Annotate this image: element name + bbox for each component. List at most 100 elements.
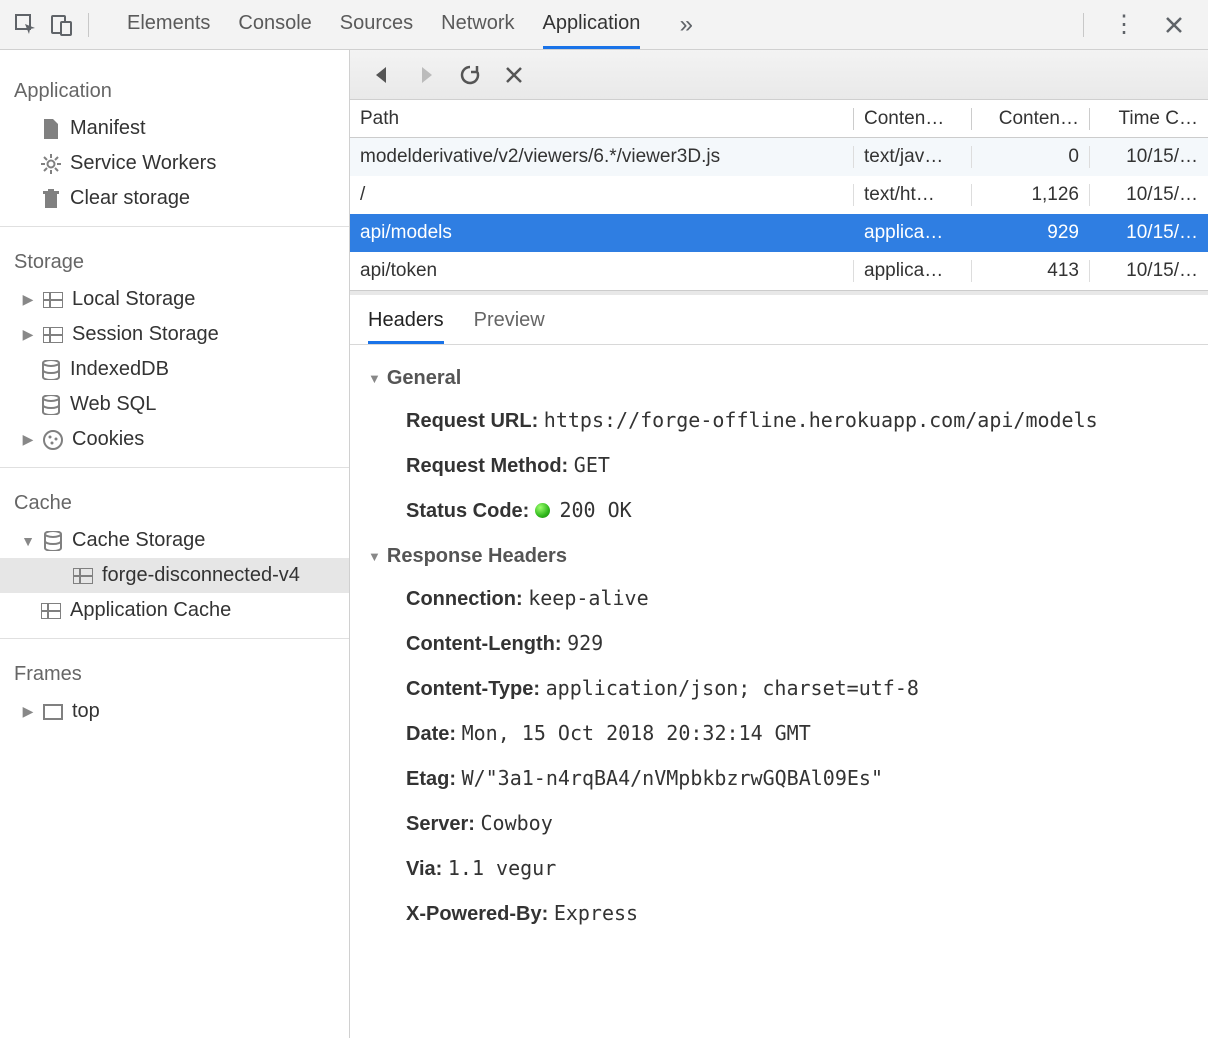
response-header-row: Via: 1.1 vegur bbox=[368, 846, 1190, 891]
grid-icon bbox=[42, 289, 64, 311]
cell-tc: 10/15/… bbox=[1090, 146, 1208, 168]
sidebar-item-local-storage[interactable]: ▶ Local Storage bbox=[0, 282, 349, 317]
sidebar-item-label: Service Workers bbox=[70, 152, 216, 175]
sidebar-item-cache-storage[interactable]: ▼ Cache Storage bbox=[0, 523, 349, 558]
section-storage: Storage bbox=[0, 237, 349, 282]
status-dot-icon bbox=[535, 503, 550, 518]
sidebar-item-cookies[interactable]: ▶ Cookies bbox=[0, 422, 349, 457]
inspect-element-icon[interactable] bbox=[8, 7, 44, 43]
tab-preview[interactable]: Preview bbox=[474, 309, 545, 344]
caret-right-icon: ▶ bbox=[22, 291, 34, 308]
sidebar-item-label: Manifest bbox=[70, 117, 146, 140]
col-path[interactable]: Path bbox=[350, 108, 854, 130]
section-cache: Cache bbox=[0, 478, 349, 523]
nav-forward-icon[interactable] bbox=[412, 61, 440, 89]
cell-ct: text/ht… bbox=[854, 184, 972, 206]
top-tabs-container: Elements Console Sources Network Applica… bbox=[127, 0, 1075, 49]
db-icon bbox=[40, 359, 62, 381]
nav-back-icon[interactable] bbox=[368, 61, 396, 89]
cell-cl: 0 bbox=[972, 146, 1090, 168]
response-header-row: Server: Cowboy bbox=[368, 801, 1190, 846]
table-row[interactable]: modelderivative/v2/viewers/6.*/viewer3D.… bbox=[350, 138, 1208, 176]
sidebar-item-indexeddb[interactable]: IndexedDB bbox=[0, 352, 349, 387]
table-row[interactable]: api/token applica… 413 10/15/… bbox=[350, 252, 1208, 290]
db-icon bbox=[42, 530, 64, 552]
db-icon bbox=[40, 394, 62, 416]
detail-toolbar bbox=[350, 50, 1208, 100]
caret-right-icon: ▶ bbox=[22, 431, 34, 448]
frame-icon bbox=[42, 701, 64, 723]
cookie-icon bbox=[42, 429, 64, 451]
sidebar-item-service-workers[interactable]: Service Workers bbox=[0, 146, 349, 181]
sidebar-item-application-cache[interactable]: Application Cache bbox=[0, 593, 349, 628]
response-header-row: Etag: W/"3a1-n4rqBA4/nVMpbkbzrwGQBAl09Es… bbox=[368, 756, 1190, 801]
sidebar-item-manifest[interactable]: Manifest bbox=[0, 111, 349, 146]
general-request-method: Request Method: GET bbox=[368, 443, 1190, 488]
col-content-type[interactable]: Conten… bbox=[854, 108, 972, 130]
sidebar-item-clear-storage[interactable]: Clear storage bbox=[0, 181, 349, 216]
sidebar-item-label: IndexedDB bbox=[70, 358, 169, 381]
sidebar-item-cache-entry[interactable]: forge-disconnected-v4 bbox=[0, 558, 349, 593]
sidebar-item-label: Cache Storage bbox=[72, 529, 205, 552]
section-frames: Frames bbox=[0, 649, 349, 694]
response-header-row: Content-Length: 929 bbox=[368, 621, 1190, 666]
response-header-row: Connection: keep-alive bbox=[368, 576, 1190, 621]
file-icon bbox=[40, 118, 62, 140]
col-time-cached[interactable]: Time C… bbox=[1090, 108, 1208, 130]
cell-ct: text/jav… bbox=[854, 146, 972, 168]
sidebar-item-label: Web SQL bbox=[70, 393, 156, 416]
sidebar-item-label: top bbox=[72, 700, 100, 723]
cell-ct: applica… bbox=[854, 222, 972, 244]
cell-cl: 413 bbox=[972, 260, 1090, 282]
section-label: Response Headers bbox=[387, 545, 567, 568]
cell-tc: 10/15/… bbox=[1090, 260, 1208, 282]
general-status-code: Status Code: 200 OK bbox=[368, 488, 1190, 533]
sidebar-item-frame-top[interactable]: ▶ top bbox=[0, 694, 349, 729]
toolbar-divider bbox=[88, 13, 89, 37]
lower-tabs: Headers Preview bbox=[350, 291, 1208, 345]
table-row[interactable]: / text/ht… 1,126 10/15/… bbox=[350, 176, 1208, 214]
section-response-headers[interactable]: ▼ Response Headers bbox=[368, 545, 1190, 568]
tab-console[interactable]: Console bbox=[238, 0, 311, 49]
toolbar-divider bbox=[1083, 13, 1084, 37]
sidebar-item-websql[interactable]: Web SQL bbox=[0, 387, 349, 422]
cell-tc: 10/15/… bbox=[1090, 222, 1208, 244]
section-label: General bbox=[387, 367, 461, 390]
delete-icon[interactable] bbox=[500, 61, 528, 89]
caret-right-icon: ▶ bbox=[22, 326, 34, 343]
tab-elements[interactable]: Elements bbox=[127, 0, 210, 49]
close-devtools-icon[interactable] bbox=[1156, 7, 1192, 43]
tab-sources[interactable]: Sources bbox=[340, 0, 413, 49]
refresh-icon[interactable] bbox=[456, 61, 484, 89]
toggle-device-icon[interactable] bbox=[44, 7, 80, 43]
grid-icon bbox=[42, 324, 64, 346]
cell-ct: applica… bbox=[854, 260, 972, 282]
cell-path: / bbox=[350, 184, 854, 206]
table-row[interactable]: api/models applica… 929 10/15/… bbox=[350, 214, 1208, 252]
cell-cl: 929 bbox=[972, 222, 1090, 244]
more-tabs-icon[interactable]: » bbox=[668, 7, 704, 43]
tab-headers[interactable]: Headers bbox=[368, 309, 444, 344]
sidebar-item-label: Cookies bbox=[72, 428, 144, 451]
col-content-length[interactable]: Conten… bbox=[972, 108, 1090, 130]
cell-path: api/models bbox=[350, 222, 854, 244]
detail-pane: Path Conten… Conten… Time C… modelderiva… bbox=[350, 50, 1208, 1038]
sidebar-item-label: Session Storage bbox=[72, 323, 219, 346]
sidebar-item-label: Application Cache bbox=[70, 599, 231, 622]
tab-network[interactable]: Network bbox=[441, 0, 514, 49]
cell-path: api/token bbox=[350, 260, 854, 282]
cache-request-table: Path Conten… Conten… Time C… modelderiva… bbox=[350, 100, 1208, 291]
sidebar-item-session-storage[interactable]: ▶ Session Storage bbox=[0, 317, 349, 352]
tab-application[interactable]: Application bbox=[543, 0, 641, 49]
kebab-menu-icon[interactable]: ⋮ bbox=[1106, 7, 1142, 43]
response-header-row: X-Powered-By: Express bbox=[368, 891, 1190, 936]
section-general-header[interactable]: ▼ General bbox=[368, 367, 1190, 390]
sidebar-item-label: Local Storage bbox=[72, 288, 195, 311]
sidebar-item-label: Clear storage bbox=[70, 187, 190, 210]
caret-down-icon: ▼ bbox=[368, 371, 381, 386]
response-header-row: Content-Type: application/json; charset=… bbox=[368, 666, 1190, 711]
caret-down-icon: ▼ bbox=[368, 549, 381, 564]
application-sidebar: Application Manifest Service Workers Cle… bbox=[0, 50, 350, 1038]
cell-tc: 10/15/… bbox=[1090, 184, 1208, 206]
gear-icon bbox=[40, 153, 62, 175]
